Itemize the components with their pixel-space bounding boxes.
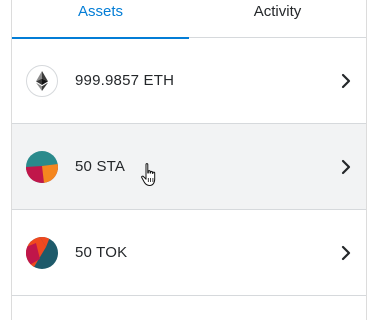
asset-row-partial[interactable]: [12, 296, 366, 320]
tab-assets[interactable]: Assets: [12, 0, 189, 39]
asset-label-tok: 50 TOK: [75, 243, 128, 261]
ethereum-icon: [26, 64, 58, 97]
tab-bar: Assets Activity: [12, 0, 366, 39]
asset-list: 999.9857 ETH 50 STA 50 TOK: [12, 38, 366, 320]
chevron-right-icon: [341, 73, 351, 88]
metamask-wallet-view: Assets Activity 999.9857 ETH 50 STA 50 T…: [0, 0, 368, 320]
asset-label-sta: 50 STA: [75, 157, 126, 175]
tok-token-icon: [26, 236, 58, 269]
asset-row-sta[interactable]: 50 STA: [12, 124, 366, 210]
sta-token-icon: [26, 150, 58, 183]
asset-row-eth[interactable]: 999.9857 ETH: [12, 38, 366, 124]
asset-label-eth: 999.9857 ETH: [75, 71, 175, 89]
tab-activity[interactable]: Activity: [189, 0, 366, 38]
asset-row-tok[interactable]: 50 TOK: [12, 210, 366, 296]
chevron-right-icon: [341, 159, 351, 174]
asset-panel: Assets Activity 999.9857 ETH 50 STA 50 T…: [11, 0, 367, 320]
chevron-right-icon: [341, 245, 351, 260]
